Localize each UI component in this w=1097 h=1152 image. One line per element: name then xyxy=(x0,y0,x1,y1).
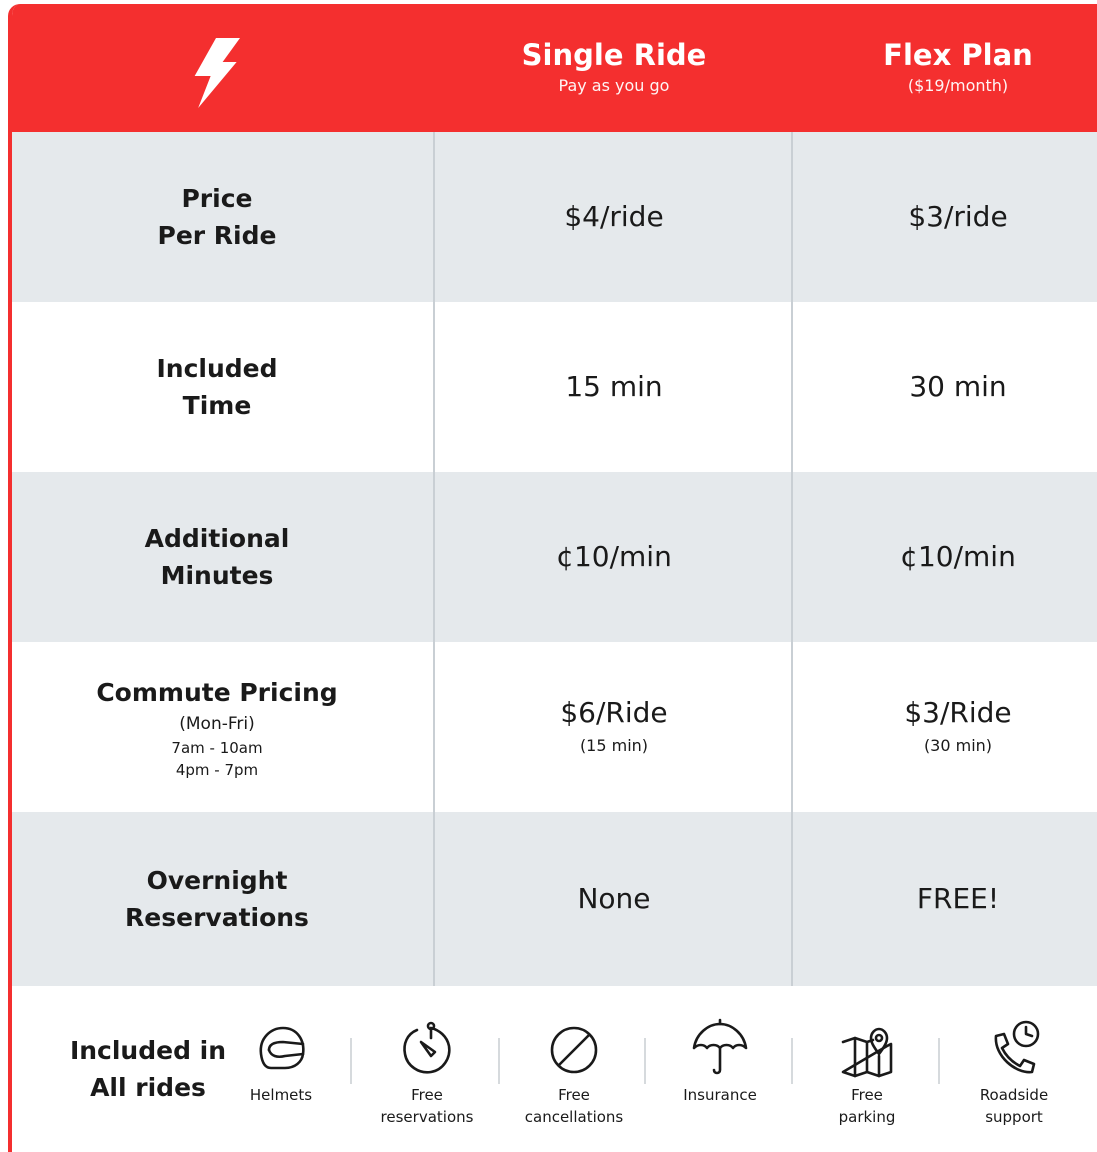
feature-divider xyxy=(498,1038,500,1084)
umbrella-icon xyxy=(692,1018,748,1075)
flex-plan-value: FREE! xyxy=(788,812,1097,986)
map-pin-icon xyxy=(841,1027,893,1078)
single-ride-value: $4/ride xyxy=(444,132,784,302)
single-ride-value: $6/Ride (15 min) xyxy=(444,642,784,812)
row-label: Overnight Reservations xyxy=(12,812,422,986)
value-text: 30 min xyxy=(909,370,1007,403)
plan-name: Single Ride xyxy=(521,38,707,72)
feature-divider xyxy=(644,1038,646,1084)
feature-roadside-support: Roadside support xyxy=(949,1016,1079,1128)
value-text: $3/Ride xyxy=(904,696,1012,729)
row-label: Commute Pricing (Mon-Fri) 7am - 10am 4pm… xyxy=(12,642,422,812)
value-text: FREE! xyxy=(916,882,1000,915)
value-text: $3/ride xyxy=(908,200,1008,233)
pricing-header: Single Ride Pay as you go Flex Plan ($19… xyxy=(12,4,1097,132)
row-additional-minutes: Additional Minutes ¢10/min ¢10/min xyxy=(12,472,1097,642)
feature-label: Free parking xyxy=(838,1086,896,1126)
feature-divider xyxy=(791,1038,793,1084)
commute-hours: 7am - 10am 4pm - 7pm xyxy=(171,738,263,779)
feature-divider xyxy=(350,1038,352,1084)
row-commute-pricing: Commute Pricing (Mon-Fri) 7am - 10am 4pm… xyxy=(12,642,1097,812)
value-text: None xyxy=(577,882,651,915)
row-label-text: Included Time xyxy=(156,354,278,420)
row-label: Price Per Ride xyxy=(12,132,422,302)
value-text: $4/ride xyxy=(564,200,664,233)
row-label: Included Time xyxy=(12,302,422,472)
row-label-text: Additional Minutes xyxy=(144,524,290,590)
value-text: 15 min xyxy=(565,370,663,403)
value-text: $6/Ride xyxy=(560,696,668,729)
column-divider xyxy=(433,132,435,986)
value-text: ¢10/min xyxy=(900,540,1016,573)
value-note: (15 min) xyxy=(579,736,649,755)
single-ride-value: 15 min xyxy=(444,302,784,472)
included-features: Included in All rides Helmets Free reser… xyxy=(12,986,1097,1152)
feature-free-parking: Free parking xyxy=(802,1016,932,1128)
value-note: (30 min) xyxy=(923,736,993,755)
feature-label: Free cancellations xyxy=(524,1086,624,1126)
flex-plan-value: 30 min xyxy=(788,302,1097,472)
row-label-text: Commute Pricing xyxy=(96,677,338,707)
row-included-time: Included Time 15 min 30 min xyxy=(12,302,1097,472)
cancel-icon xyxy=(550,1026,598,1074)
row-label: Additional Minutes xyxy=(12,472,422,642)
feature-label: Free reservations xyxy=(380,1086,474,1126)
flex-plan-value: $3/ride xyxy=(788,132,1097,302)
helmet-icon xyxy=(259,1026,305,1070)
row-label-text: Price Per Ride xyxy=(157,184,277,250)
feature-helmets: Helmets xyxy=(216,1016,346,1106)
stopwatch-icon xyxy=(403,1021,451,1074)
plan-name: Flex Plan xyxy=(883,38,1033,72)
lightning-bolt-icon xyxy=(194,38,240,108)
single-ride-value: None xyxy=(444,812,784,986)
plan-subtitle: Pay as you go xyxy=(558,76,670,95)
plan-subtitle: ($19/month) xyxy=(907,76,1009,95)
column-divider xyxy=(791,132,793,986)
feature-label: Roadside support xyxy=(979,1086,1049,1126)
value-text: ¢10/min xyxy=(556,540,672,573)
single-ride-value: ¢10/min xyxy=(444,472,784,642)
feature-insurance: Insurance xyxy=(655,1016,785,1106)
feature-label: Helmets xyxy=(249,1086,313,1104)
feature-divider xyxy=(938,1038,940,1084)
feature-label: Insurance xyxy=(683,1086,757,1104)
feature-free-cancellations: Free cancellations xyxy=(509,1016,639,1128)
row-label-text: Overnight Reservations xyxy=(125,866,309,932)
commute-days: (Mon-Fri) xyxy=(179,713,255,734)
pricing-table: Single Ride Pay as you go Flex Plan ($19… xyxy=(8,4,1097,1152)
flex-plan-value: $3/Ride (30 min) xyxy=(788,642,1097,812)
phone-clock-icon xyxy=(994,1020,1040,1074)
plan-flex-header: Flex Plan ($19/month) xyxy=(788,38,1097,98)
row-overnight-reservations: Overnight Reservations None FREE! xyxy=(12,812,1097,986)
plan-single-ride-header: Single Ride Pay as you go xyxy=(444,38,784,98)
flex-plan-value: ¢10/min xyxy=(788,472,1097,642)
feature-free-reservations: Free reservations xyxy=(362,1016,492,1128)
row-price-per-ride: Price Per Ride $4/ride $3/ride xyxy=(12,132,1097,302)
